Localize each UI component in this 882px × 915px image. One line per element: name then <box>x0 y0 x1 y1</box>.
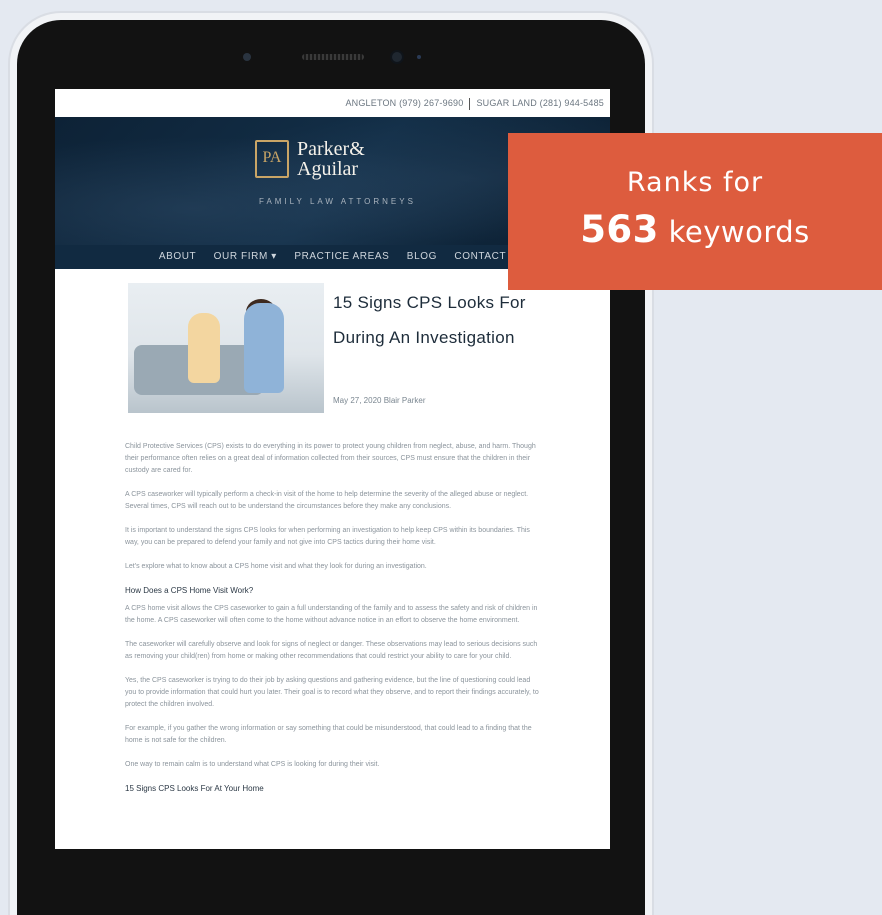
nav-practice-areas[interactable]: PRACTICE AREAS <box>294 251 389 262</box>
logo-line-2: Aguilar <box>297 158 359 180</box>
nav-our-firm-label: OUR FIRM <box>213 251 268 262</box>
paragraph: A CPS home visit allows the CPS casework… <box>125 605 538 624</box>
article-featured-image[interactable] <box>128 283 324 413</box>
nav-our-firm[interactable]: OUR FIRM ▾ <box>214 251 277 262</box>
front-sensor-icon <box>243 53 251 61</box>
paragraph: A CPS caseworker will typically perform … <box>125 491 529 510</box>
photo-adult <box>244 303 284 393</box>
logo-pillar-icon: PA <box>255 140 289 178</box>
logo-wordmark: Parker& Aguilar <box>297 139 365 179</box>
front-camera-icon <box>392 52 402 62</box>
paragraph: Yes, the CPS caseworker is trying to do … <box>125 677 539 708</box>
paragraph: One way to remain calm is to understand … <box>125 761 380 768</box>
nav-contact[interactable]: CONTACT <box>454 251 506 262</box>
phone-angleton[interactable]: ANGLETON (979) 267-9690 <box>345 98 463 108</box>
chevron-down-icon: ▾ <box>271 251 277 262</box>
keyword-rank-badge: Ranks for 563 keywords <box>508 133 882 290</box>
phone-sugar-land[interactable]: SUGAR LAND (281) 944-5485 <box>476 98 604 108</box>
list-heading: 15 Signs CPS Looks For At Your Home <box>125 784 264 793</box>
badge-label: Ranks for <box>626 167 764 198</box>
paragraph: Let's explore what to know about a CPS h… <box>125 563 427 570</box>
paragraph: It is important to understand the signs … <box>125 527 530 546</box>
contact-bar: ANGLETON (979) 267-9690 SUGAR LAND (281) … <box>55 89 610 117</box>
paragraph: Child Protective Services (CPS) exists t… <box>125 443 536 474</box>
divider <box>469 97 471 110</box>
logo-line-1: Parker& <box>297 138 365 160</box>
article-meta: May 27, 2020 Blair Parker <box>333 396 426 405</box>
badge-count-line: 563 keywords <box>508 208 882 251</box>
paragraph: For example, if you gather the wrong inf… <box>125 725 532 744</box>
site-logo[interactable]: PA Parker& Aguilar <box>255 139 365 179</box>
logo-tagline: FAMILY LAW ATTORNEYS <box>259 197 416 206</box>
photo-child <box>188 313 220 383</box>
tablet-bottom-bezel <box>17 849 645 915</box>
paragraph: The caseworker will carefully observe an… <box>125 641 538 660</box>
tablet-camera-bar <box>17 50 645 64</box>
camera-indicator-icon <box>417 55 421 59</box>
badge-number: 563 <box>580 208 659 251</box>
article-title[interactable]: 15 Signs CPS Looks For During An Investi… <box>333 285 563 355</box>
speaker-grille <box>302 54 364 60</box>
nav-about[interactable]: ABOUT <box>159 251 196 262</box>
badge-suffix: keywords <box>668 215 810 249</box>
section-heading: How Does a CPS Home Visit Work? <box>125 586 254 595</box>
nav-blog[interactable]: BLOG <box>407 251 437 262</box>
article-body: Child Protective Services (CPS) exists t… <box>125 441 540 801</box>
